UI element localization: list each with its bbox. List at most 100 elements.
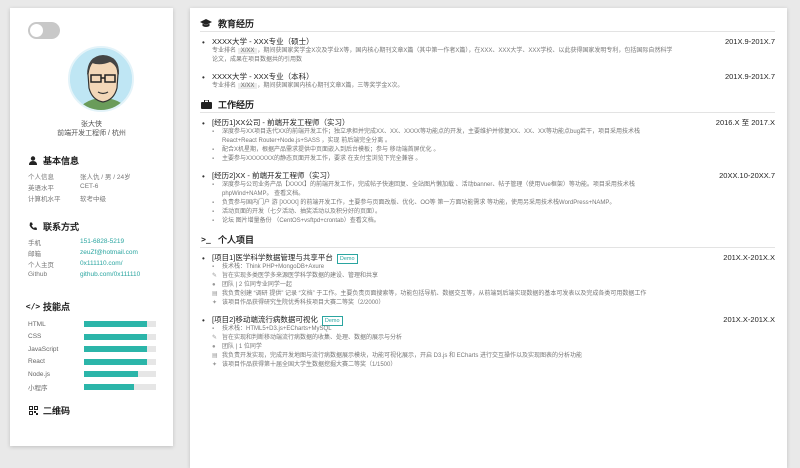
- info-key: 英语水平: [28, 184, 54, 192]
- rank-label: 专业排名: [212, 83, 237, 89]
- bullet: •: [202, 172, 205, 181]
- sub-bullet: ▪: [212, 129, 215, 135]
- rank-tag: X/XX: [237, 48, 258, 54]
- skill-row: 小程序: [28, 381, 163, 394]
- skills-heading: </> 技能点: [25, 300, 163, 312]
- skill-bar: [84, 383, 156, 390]
- info-row: 计算机水平 软考中级: [28, 192, 163, 203]
- skill-bar: [84, 321, 156, 328]
- pin-icon: ✎: [212, 335, 218, 341]
- award-icon: ✦: [212, 362, 218, 368]
- homepage-link[interactable]: 0x111110.com/: [80, 260, 123, 267]
- sub-bullet: ▪: [212, 147, 215, 153]
- demo-button[interactable]: Demo: [336, 253, 358, 264]
- code-icon: </>: [25, 301, 41, 311]
- graduation-cap-icon: [200, 18, 212, 28]
- work-title: 工作经历: [218, 99, 255, 110]
- school-name: XXXX大学 - XXX专业（本科）: [212, 72, 314, 81]
- edu-detail: ，期间获国家奖学金X次及学业X等，国内核心期刊文章X篇（其中第一作者X篇），在X…: [257, 48, 673, 54]
- project-line: 技术栈：HTML5+D3.js+ECharts+MySQL: [222, 326, 332, 332]
- contact-section: 联系方式 手机 151-6828-5219 邮箱 zeuZf@hotmail.com…: [28, 220, 163, 280]
- date: 201X.X-201X.X: [723, 315, 775, 324]
- school-name: XXXX大学 - XXX专业（硕士）: [212, 37, 314, 46]
- project-title: [项目1]医学科学数据管理与共享平台: [212, 252, 333, 262]
- contact-row-email: 邮箱 zeuZf@hotmail.com: [28, 247, 163, 258]
- work-line: 配合X机星期，根据产品需求提供中页面嵌入到后台模板；参与 移动端首屏优化 。: [222, 147, 440, 153]
- work-line: 活动页面的开发（七夕活动、抽奖活动以及积分好的页面）。: [222, 209, 382, 215]
- avatar: [68, 46, 134, 112]
- bullet: •: [202, 316, 205, 325]
- skill-name: 小程序: [28, 384, 48, 392]
- skill-bar: [84, 371, 156, 378]
- basic-info-title: 基本信息: [43, 155, 80, 166]
- project-line: 该项目作品获得研究生院优秀科技项目大赛二等奖（2/2000）: [222, 300, 385, 306]
- project-line: 旨在实现和判断移动端流行病数据的收集、处理、数据的展示与分析: [222, 335, 403, 341]
- skills-title: 技能点: [43, 301, 71, 312]
- work-line: 深度参与公司业务产品【XXXX】的前端开发工作，完成帖子快速回复、全站图片懒加载…: [222, 182, 635, 188]
- skill-bar: [84, 333, 156, 340]
- work-title-text: [经历2]XX - 前端开发工程师（实习）: [212, 171, 335, 180]
- info-value: 软考中级: [80, 195, 106, 203]
- skill-bar: [84, 346, 156, 353]
- work-line[interactable]: phpWind+NAMP。 查看文档。: [222, 191, 304, 197]
- project-title: [项目2]移动端流行病数据可视化: [212, 314, 318, 324]
- skill-row: CSS: [28, 331, 163, 344]
- bullet: •: [202, 73, 205, 82]
- info-key: 计算机水平: [28, 195, 61, 203]
- skills-section: </> 技能点 HTML CSS JavaScript React Node.js 小程序: [25, 300, 163, 393]
- email-link[interactable]: zeuZf@hotmail.com: [80, 249, 138, 256]
- skill-bar-fill: [84, 358, 148, 365]
- contact-row-github: Github github.com/0x111110: [28, 269, 163, 280]
- project-line: 技术栈：Think PHP+MongoDB+Axure: [222, 264, 325, 270]
- team-icon: ●: [212, 344, 216, 350]
- info-row: 英语水平 CET-6: [28, 181, 163, 192]
- user-icon: [28, 155, 38, 165]
- briefcase-icon: [200, 99, 212, 109]
- project-line: 我负责创建 “调研 提供” 记录 “文档” 于工作。主要负责页面搜索等，功能包括…: [222, 291, 647, 297]
- sub-bullet: ▪: [212, 209, 215, 215]
- skill-name: HTML: [28, 320, 46, 328]
- skill-bar-fill: [84, 346, 148, 353]
- contact-key: 邮箱: [28, 250, 41, 258]
- qr-section: 二维码: [28, 404, 163, 416]
- award-icon: ✦: [212, 300, 218, 306]
- projects-heading: >_ 个人项目: [200, 232, 775, 246]
- work-title-text: [经历1]XX公司 - 前端开发工程师（实习）: [212, 118, 350, 127]
- skill-row: React: [28, 356, 163, 369]
- skill-bar-fill: [84, 383, 135, 390]
- skill-bar-fill: [84, 321, 148, 328]
- phone-link[interactable]: 151-6828-5219: [80, 238, 124, 245]
- pin-icon: ✎: [212, 273, 218, 279]
- education-item: • XXXX大学 - XXX专业（本科） 201X.9-201X.7 专业排名 X…: [200, 71, 775, 91]
- skill-name: JavaScript: [28, 345, 59, 353]
- contact-row-phone: 手机 151-6828-5219: [28, 236, 163, 247]
- info-row: 个人信息 张人仇 / 男 / 24岁: [28, 170, 163, 181]
- phone-icon: [28, 222, 38, 231]
- work-line[interactable]: 论坛 图片增量备份 （CentOS+vsftpd+crontab）查看文档。: [222, 218, 380, 224]
- theme-toggle[interactable]: [28, 22, 60, 39]
- date: 20XX.10-20XX.7: [719, 171, 775, 180]
- project-line: 我负责开发实现，完成开发地图与流行病数据展示模块，功能可视化展示，开启 D3.j…: [222, 353, 583, 359]
- work-line: React+React Router+Node.js+SASS ，实现 前后端完…: [222, 138, 391, 144]
- skill-list: HTML CSS JavaScript React Node.js 小程序: [28, 318, 163, 393]
- avatar-illustration: [70, 48, 132, 110]
- divider: [200, 247, 775, 248]
- info-value: 张人仇 / 男 / 24岁: [80, 173, 131, 181]
- work-item: • [经历2]XX - 前端开发工程师（实习） 20XX.10-20XX.7 ▪ 深…: [200, 170, 775, 226]
- skill-name: Node.js: [28, 370, 51, 378]
- info-key: 个人信息: [28, 173, 54, 181]
- skill-name: CSS: [28, 333, 42, 341]
- bullet: •: [202, 119, 205, 128]
- demo-button[interactable]: Demo: [321, 315, 343, 326]
- toggle-knob: [30, 24, 43, 37]
- project-line: 团队 | 1 位同学: [222, 344, 262, 350]
- edu-detail-cont: 论文，成果在项目数据共的引用数: [212, 57, 303, 63]
- qr-heading: 二维码: [28, 404, 163, 416]
- project-line: 旨在实现多类医学多来源医学科学数据的建设、管理和共享: [222, 273, 379, 279]
- github-link[interactable]: github.com/0x111110: [80, 271, 140, 278]
- sub-bullet: ▪: [212, 156, 215, 162]
- contact-key: Github: [28, 271, 48, 278]
- edu-detail: ，期间获国家国内核心期刊文章X篇，三等奖学金X次。: [257, 83, 404, 89]
- skill-row: Node.js: [28, 368, 163, 381]
- date: 2016.X 至 2017.X: [715, 118, 775, 127]
